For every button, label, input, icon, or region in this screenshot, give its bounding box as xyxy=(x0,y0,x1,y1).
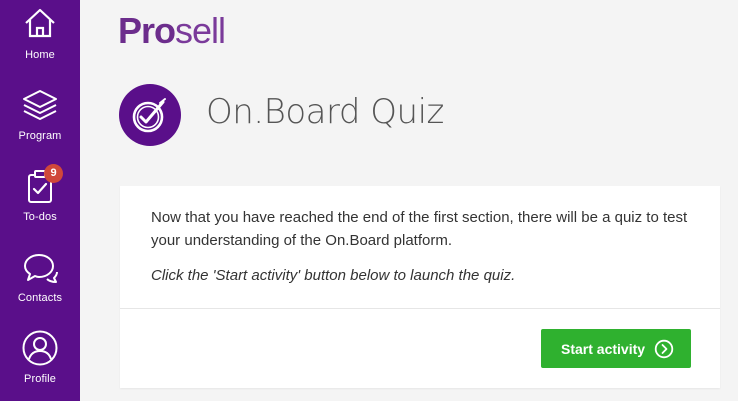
activity-description: Now that you have reached the end of the… xyxy=(151,209,688,249)
sidebar-item-label: Contacts xyxy=(17,292,63,304)
card-divider xyxy=(120,308,720,309)
home-icon xyxy=(25,8,55,38)
sidebar-item-label: To-dos xyxy=(23,211,57,223)
quiz-check-icon xyxy=(119,84,181,146)
sidebar-item-home[interactable]: Home xyxy=(0,0,80,81)
sidebar: Home Program To-dos Contacts Profile 9 xyxy=(0,0,80,401)
sidebar-item-program[interactable]: Program xyxy=(0,81,80,162)
brand-logo-bold: Pro xyxy=(118,10,176,51)
chevron-right-circle-icon xyxy=(654,339,674,359)
user-icon xyxy=(22,330,58,366)
chat-bubbles-icon xyxy=(24,254,58,283)
activity-hint: Click the 'Start activity' button below … xyxy=(151,267,516,284)
sidebar-item-label: Program xyxy=(18,130,62,142)
sidebar-item-label: Profile xyxy=(24,373,56,385)
activity-card: Now that you have reached the end of the… xyxy=(120,186,720,388)
start-activity-button[interactable]: Start activity xyxy=(541,329,691,368)
sidebar-item-label: Home xyxy=(25,49,55,61)
sidebar-item-todos[interactable]: To-dos xyxy=(0,162,80,243)
page-title: On.Board Quiz xyxy=(206,92,444,132)
brand-logo-rest: sell xyxy=(175,10,226,51)
card-body: Now that you have reached the end of the… xyxy=(151,206,711,287)
sidebar-item-contacts[interactable]: Contacts xyxy=(0,243,80,324)
layers-icon xyxy=(23,90,57,120)
start-activity-label: Start activity xyxy=(561,341,646,357)
brand-logo: Prosell xyxy=(118,10,226,52)
sidebar-item-profile[interactable]: Profile xyxy=(0,324,80,401)
todos-count-badge: 9 xyxy=(44,164,63,183)
